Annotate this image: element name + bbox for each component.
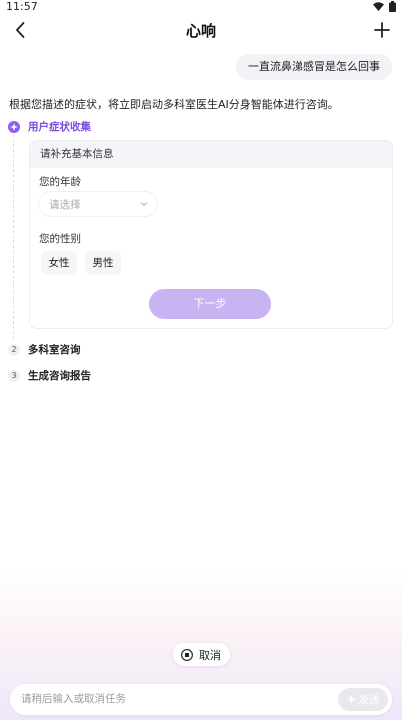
message-input-placeholder: 请稍后输入或取消任务 — [21, 693, 126, 705]
send-label: 发送 — [358, 694, 380, 706]
user-message-bubble: 一直流鼻涕感冒是怎么回事 — [236, 54, 392, 80]
status-time: 11:57 — [6, 0, 38, 13]
step-label: 生成咨询报告 — [28, 370, 91, 382]
step-label: 用户症状收集 — [28, 121, 91, 133]
plus-icon — [374, 22, 390, 38]
step-symptom-collection: 用户症状收集 — [8, 119, 91, 134]
assistant-intro-text: 根据您描述的症状，将立即启动多科室医生AI分身智能体进行咨询。 — [9, 98, 339, 111]
app-header: 心响 — [0, 14, 402, 46]
age-select[interactable]: 请选择 — [39, 192, 157, 216]
step-multi-department-consult: 2 多科室咨询 — [8, 342, 81, 357]
gender-option-male[interactable]: 男性 — [85, 251, 121, 275]
battery-icon — [389, 1, 396, 12]
new-chat-button[interactable] — [370, 18, 394, 42]
gender-label: 您的性别 — [39, 233, 81, 245]
age-select-placeholder: 请选择 — [49, 198, 81, 211]
next-step-button[interactable]: 下一步 — [149, 289, 271, 319]
page-title: 心响 — [185, 22, 216, 40]
step-number: 3 — [8, 369, 20, 382]
step-generate-report: 3 生成咨询报告 — [8, 368, 91, 383]
status-icons — [373, 1, 396, 12]
form-card-title: 请补充基本信息 — [30, 141, 392, 168]
message-input[interactable]: 请稍后输入或取消任务 发送 — [10, 684, 392, 715]
step-connector-line — [13, 134, 14, 339]
sparkle-icon — [8, 120, 20, 133]
gender-option-female[interactable]: 女性 — [41, 251, 77, 275]
age-label: 您的年龄 — [39, 176, 81, 188]
sparkle-icon — [346, 695, 356, 704]
wifi-icon — [373, 2, 384, 11]
cancel-task-button[interactable]: 取消 — [173, 643, 230, 666]
step-label: 多科室咨询 — [28, 344, 81, 356]
step-number: 2 — [8, 343, 20, 356]
send-button[interactable]: 发送 — [338, 688, 388, 711]
basic-info-form-card: 请补充基本信息 您的年龄 请选择 您的性别 女性 男性 下一步 — [29, 140, 393, 329]
cancel-label: 取消 — [199, 648, 221, 662]
stop-icon — [181, 648, 193, 661]
chevron-down-icon — [140, 202, 148, 207]
status-bar: 11:57 — [0, 0, 402, 14]
